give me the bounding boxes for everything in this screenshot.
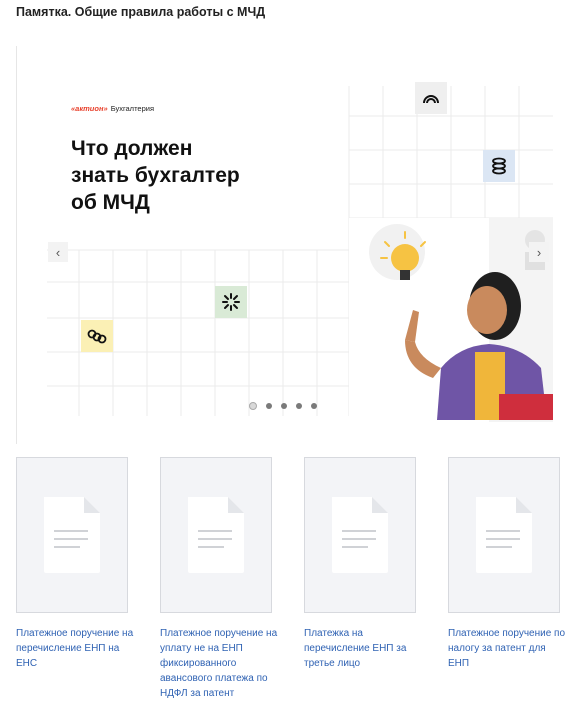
document-link[interactable]: Платежное поручение на уплату не на ЕНП … (160, 626, 280, 701)
slider-dot-2[interactable] (266, 403, 272, 409)
page-title: Памятка. Общие правила работы с МЧД (16, 5, 266, 19)
document-icon (332, 497, 388, 573)
wifi-arc-icon (415, 82, 447, 114)
document-thumbnail[interactable] (16, 457, 128, 613)
slider-dot-5[interactable] (311, 403, 317, 409)
slider-pagination (249, 402, 317, 410)
headline-line-1: Что должен (71, 137, 193, 160)
document-item-4[interactable]: Платежное поручение по налогу за патент … (448, 457, 565, 671)
image-slider[interactable]: «актион» Бухгалтерия Что должен знать бух… (16, 46, 553, 444)
document-link[interactable]: Платежное поручение по налогу за патент … (448, 626, 568, 671)
document-item-2[interactable]: Платежное поручение на уплату не на ЕНП … (160, 457, 277, 701)
logo-brand: «актион» (71, 104, 108, 113)
document-link[interactable]: Платежное поручение на перечисление ЕНП … (16, 626, 136, 671)
logo-text: Бухгалтерия (110, 104, 155, 113)
document-thumbnail[interactable] (160, 457, 272, 613)
document-thumbnail[interactable] (304, 457, 416, 613)
document-item-3[interactable]: Платежка на перечисление ЕНП за третье л… (304, 457, 416, 671)
chain-link-icon (81, 320, 113, 352)
next-slide-button[interactable]: › (529, 242, 549, 262)
slider-dot-4[interactable] (296, 403, 302, 409)
document-item-1[interactable]: Платежное поручение на перечисление ЕНП … (16, 457, 133, 671)
document-thumbnail[interactable] (448, 457, 560, 613)
headline-line-3: об МЧД (71, 190, 150, 214)
sparkle-icon (215, 286, 247, 318)
slider-dot-1[interactable] (249, 402, 257, 410)
document-link[interactable]: Платежка на перечисление ЕНП за третье л… (304, 626, 424, 671)
actionbook-logo: «актион» Бухгалтерия (71, 104, 154, 113)
slider-dot-3[interactable] (281, 403, 287, 409)
document-icon (188, 497, 244, 573)
chevron-left-icon: ‹ (55, 244, 61, 260)
document-icon (476, 497, 532, 573)
slide-headline: Что должен знать бухгалтер об МЧД (71, 136, 301, 217)
document-icon (44, 497, 100, 573)
chevron-right-icon: › (536, 244, 542, 260)
headline-line-2: знать бухгалтер (71, 163, 240, 187)
coins-stack-icon (483, 150, 515, 182)
prev-slide-button[interactable]: ‹ (48, 242, 68, 262)
accountant-illustration (349, 218, 553, 422)
